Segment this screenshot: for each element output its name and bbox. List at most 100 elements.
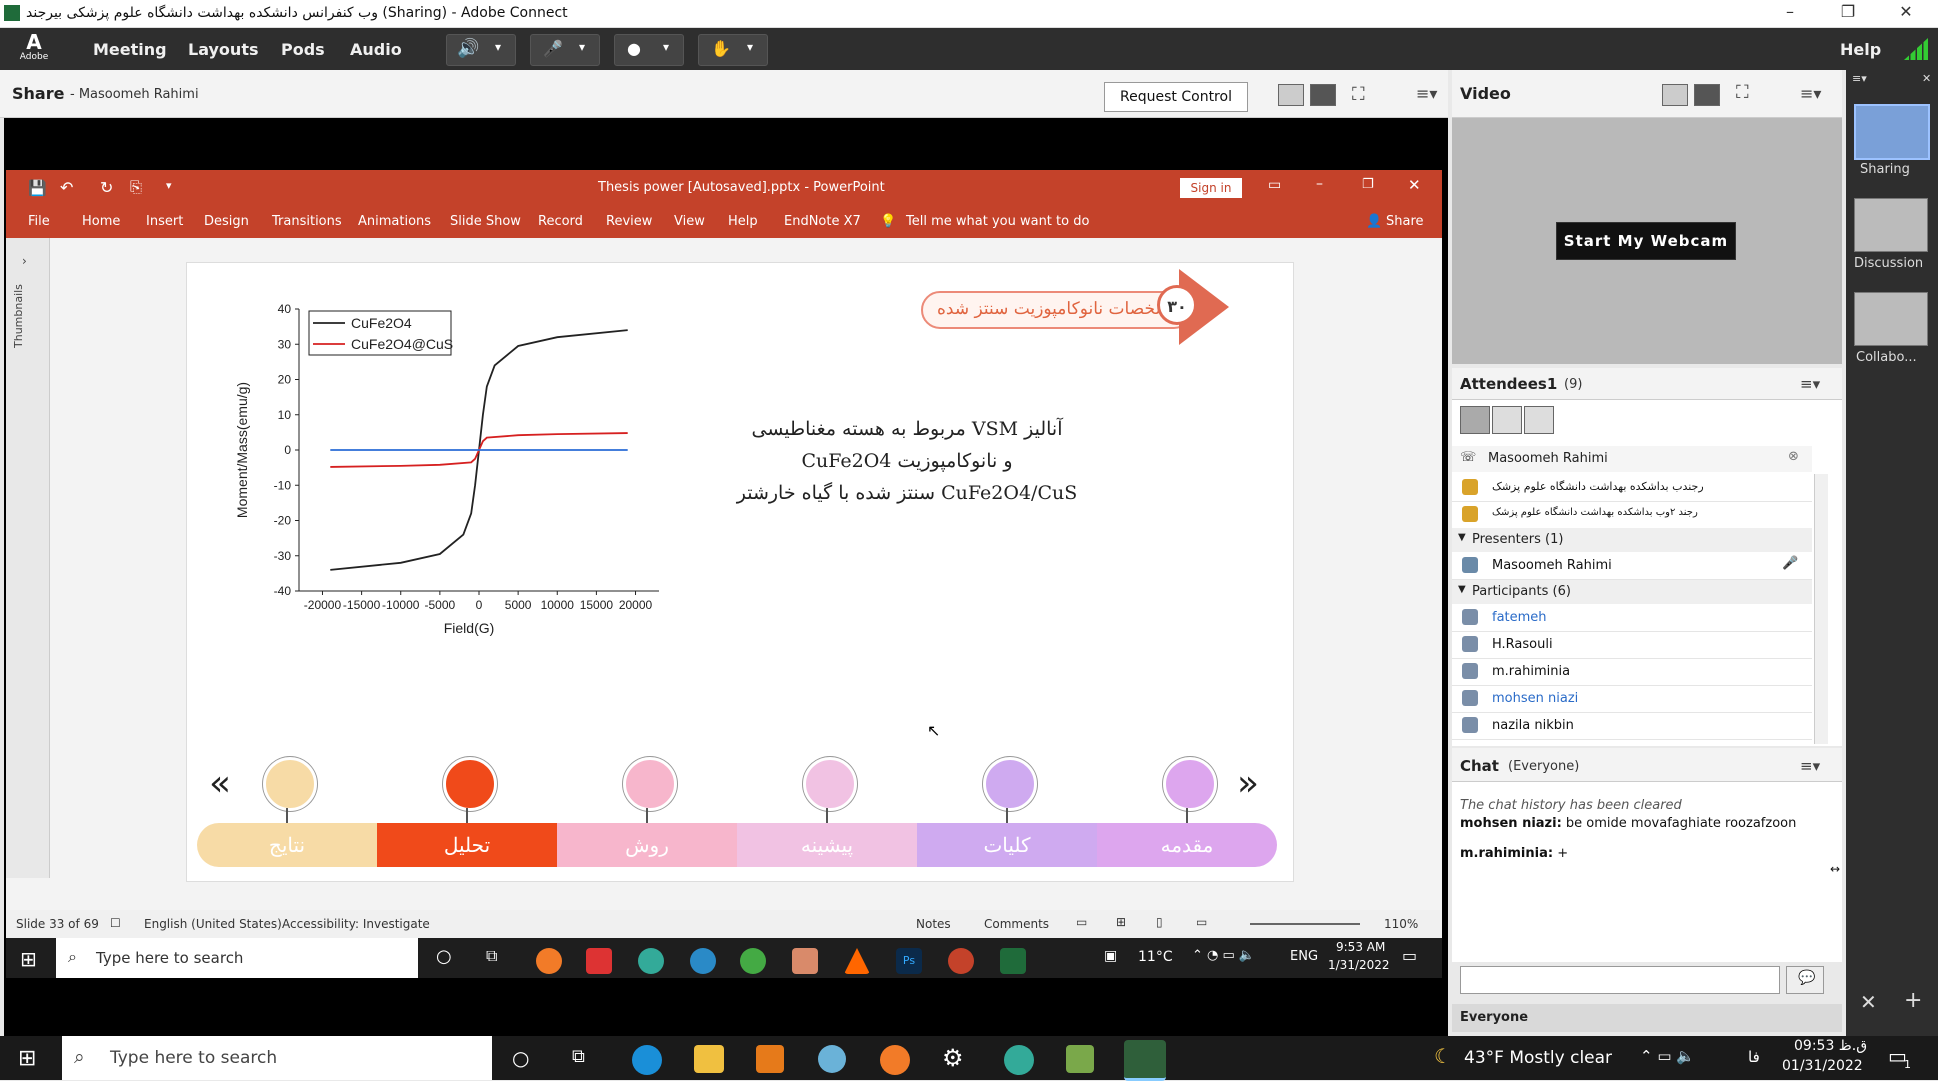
language-status[interactable]: English (United States) [144,917,282,931]
menu-audio[interactable]: Audio [350,40,402,59]
tab-design[interactable]: Design [204,214,249,229]
tab-record[interactable]: Record [538,214,583,229]
tab-endnote[interactable]: EndNote X7 [784,214,861,229]
presenters-header[interactable]: ▼ Presenters (1) [1452,528,1812,552]
connect-taskbar-icon[interactable] [1124,1040,1166,1081]
remote-globe-icon[interactable] [740,948,766,974]
nav-tab[interactable]: پیشینه [737,823,917,867]
fullscreen-icon[interactable]: ⛶ [1352,84,1365,105]
chat-send-button[interactable]: 💬 [1786,966,1824,994]
ppt-close-icon[interactable]: ✕ [1408,176,1421,194]
nav-circle-icon[interactable] [983,757,1037,811]
nav-circle-icon[interactable] [443,757,497,811]
remote-cortana-icon[interactable]: ○ [436,946,452,967]
list-item[interactable]: Masoomeh Rahimi 🎤 [1452,552,1812,580]
remote-app-icon[interactable] [792,948,818,974]
notes-button[interactable]: Notes [916,917,951,931]
attendees-menu-icon[interactable]: ≡▾ [1800,375,1820,393]
slideshow-view-icon[interactable]: ▭ [1196,915,1207,929]
tab-insert[interactable]: Insert [146,214,183,229]
sorter-view-icon[interactable]: ⊞ [1116,915,1126,929]
tab-review[interactable]: Review [606,214,652,229]
microphone-button[interactable]: 🎤 ▾ [530,34,600,66]
nav-tab[interactable]: تحلیل [377,823,557,867]
settings-icon[interactable]: ⚙ [942,1044,964,1072]
layout-collaboration[interactable] [1854,292,1928,346]
tab-slide-show[interactable]: Slide Show [450,214,521,229]
breakout-view-icon[interactable] [1492,406,1522,434]
status-view-icon[interactable] [1524,406,1554,434]
tab-file[interactable]: File [28,214,50,229]
actual-size-icon[interactable] [1310,84,1336,106]
remote-firefox-icon[interactable] [536,948,562,974]
remote-calendar-icon[interactable] [586,948,612,974]
video-menu-icon[interactable]: ≡▾ [1800,84,1821,103]
close-icon[interactable]: ✕ [1886,2,1926,21]
comments-button[interactable]: Comments [984,917,1049,931]
raise-hand-button[interactable]: ✋ ▾ [698,34,768,66]
file-explorer-icon[interactable] [694,1045,724,1073]
collapse-icon[interactable]: ▼ [1458,584,1466,595]
remote-photoshop-icon[interactable]: Ps [896,948,922,974]
os-search-box[interactable]: ⌕ Type here to search [62,1036,492,1080]
save-icon[interactable]: 💾 [28,179,47,197]
host-remove-icon[interactable]: ⊗ [1788,449,1799,464]
ppt-restore-icon[interactable]: ❐ [1362,177,1374,192]
layout-discussion[interactable] [1854,198,1928,252]
list-item[interactable]: mohsen niazi [1452,685,1812,713]
tab-help[interactable]: Help [728,214,758,229]
remote-search-app-icon[interactable] [690,948,716,974]
ppt-share-button[interactable]: Share [1386,214,1424,229]
zoom-slider[interactable] [1250,923,1360,925]
os-lang[interactable]: فا [1748,1048,1760,1066]
os-weather[interactable]: 43°F Mostly clear [1464,1048,1612,1068]
expand-thumbnails-icon[interactable]: › [22,254,27,268]
maximize-icon[interactable]: ❐ [1828,2,1868,21]
customize-qat-icon[interactable]: ▾ [166,179,172,192]
list-view-icon[interactable] [1460,406,1490,434]
menu-layouts[interactable]: Layouts [188,40,258,59]
participants-header[interactable]: ▼ Participants (6) [1452,580,1812,604]
list-item[interactable]: fatemeh [1452,604,1812,632]
speaker-button[interactable]: 🔊 ▾ [446,34,516,66]
thumbnails-pane[interactable]: › Thumbnails [6,238,50,878]
tab-animations[interactable]: Animations [358,214,431,229]
notepad-icon[interactable] [1066,1045,1094,1073]
tab-view[interactable]: View [674,214,705,229]
nav-tab[interactable]: کلیات [917,823,1097,867]
taskview-icon[interactable]: ⧉ [572,1046,585,1067]
cortana-icon[interactable]: ○ [512,1046,529,1070]
nav-circle-icon[interactable] [623,757,677,811]
chrome-icon[interactable] [1004,1045,1034,1075]
remote-chrome-icon[interactable] [638,948,664,974]
reading-view-icon[interactable]: ▯ [1156,915,1163,929]
remote-connect-icon[interactable] [1000,948,1026,974]
start-webcam-button[interactable]: Start My Webcam [1556,222,1736,260]
media-player-icon[interactable] [756,1045,784,1073]
redo-icon[interactable]: ↻ [100,178,113,197]
tell-me-box[interactable]: Tell me what you want to do [906,214,1089,229]
accessibility-status[interactable]: Accessibility: Investigate [282,917,430,931]
layouts-close-icon[interactable]: ✕ [1922,72,1931,85]
remote-start-icon[interactable]: ⊞ [20,947,37,971]
os-date[interactable]: 01/31/2022 [1782,1058,1863,1074]
attendees-scrollbar[interactable] [1814,474,1828,744]
tab-home[interactable]: Home [82,214,120,229]
app-icon[interactable] [818,1045,846,1073]
add-layout-icon[interactable]: + [1904,988,1922,1013]
nav-tab[interactable]: نتایج [197,823,377,867]
list-item[interactable]: رجندب بداشکده بهداشت دانشگاه علوم پزشک [1452,474,1812,502]
remote-taskview-icon[interactable]: ⧉ [486,946,497,966]
tab-transitions[interactable]: Transitions [272,214,342,229]
ribbon-display-icon[interactable]: ▭ [1268,177,1281,193]
nav-circle-icon[interactable] [263,757,317,811]
edge-icon[interactable] [632,1045,662,1075]
nav-prev-icon[interactable]: « [209,763,231,804]
video-filmstrip-icon[interactable] [1694,84,1720,106]
minimize-icon[interactable]: – [1770,2,1810,21]
ppt-minimize-icon[interactable]: – [1316,176,1323,192]
menu-help[interactable]: Help [1840,40,1881,59]
touch-mode-icon[interactable]: ⎘ [130,178,142,196]
fit-width-icon[interactable] [1278,84,1304,106]
menu-pods[interactable]: Pods [281,40,325,59]
